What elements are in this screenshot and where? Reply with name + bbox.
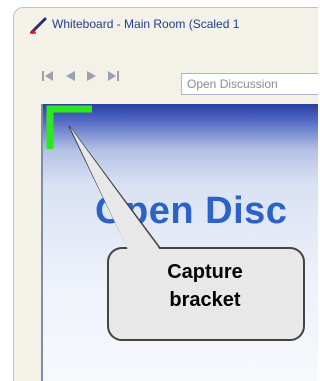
previous-slide-button[interactable] xyxy=(63,69,77,83)
pen-icon xyxy=(30,17,47,34)
callout-line-1: Capture xyxy=(167,261,243,283)
next-slide-button[interactable] xyxy=(85,69,99,83)
screenshot-stage: Whiteboard - Main Room (Scaled 1 Open Di… xyxy=(0,0,318,381)
callout-label: Capture bracket xyxy=(110,258,300,314)
last-slide-button[interactable] xyxy=(106,69,120,83)
slide-title: Open Disc xyxy=(95,190,288,232)
window-title: Whiteboard - Main Room (Scaled 1 xyxy=(52,17,240,31)
callout-line-2: bracket xyxy=(169,289,241,311)
first-slide-button[interactable] xyxy=(41,69,55,83)
slide-select[interactable]: Open Discussion xyxy=(181,73,318,95)
capture-bracket-icon[interactable] xyxy=(46,105,92,151)
